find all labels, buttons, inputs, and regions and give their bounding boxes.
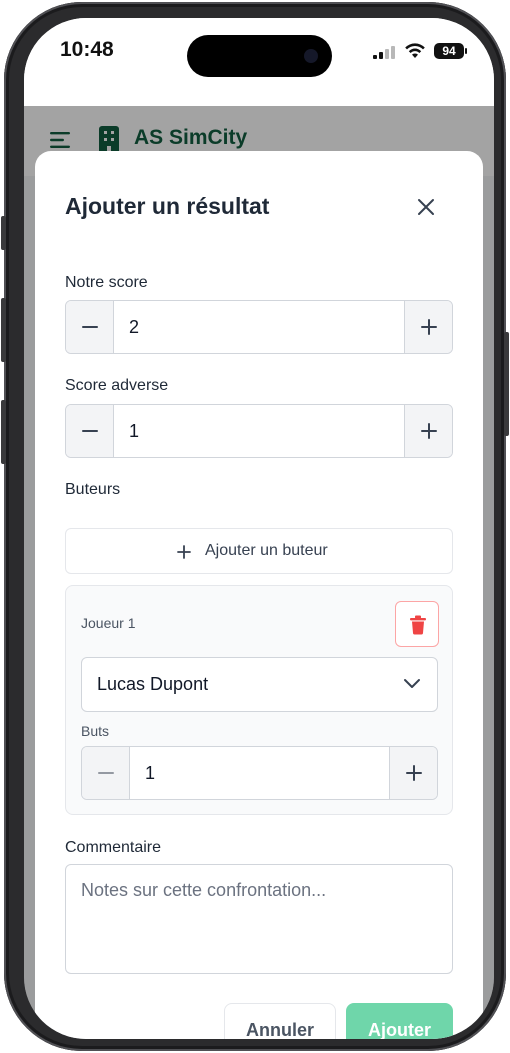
volume-down-button xyxy=(1,400,6,464)
scorers-label: Buteurs xyxy=(65,481,121,498)
cancel-button[interactable]: Annuler xyxy=(224,1003,336,1039)
goals-value[interactable]: 1 xyxy=(145,747,155,799)
comment-textarea[interactable] xyxy=(65,864,453,974)
minus-icon xyxy=(81,430,98,432)
our-score-value[interactable]: 2 xyxy=(129,301,139,353)
our-score-label: Notre score xyxy=(65,274,148,291)
our-score-decrement-button[interactable] xyxy=(66,301,114,353)
close-icon[interactable] xyxy=(411,192,441,222)
power-button xyxy=(504,332,509,436)
status-time: 10:48 xyxy=(60,38,114,61)
opponent-score-stepper: 1 xyxy=(65,404,453,458)
volume-up-button xyxy=(1,298,6,362)
phone-frame: 10:48 94 AS SimCity Ajouter un résultat … xyxy=(1,2,509,1051)
wifi-icon xyxy=(405,43,425,58)
goals-stepper: 1 xyxy=(81,746,438,800)
plus-icon xyxy=(405,765,422,781)
opponent-score-increment-button[interactable] xyxy=(404,405,452,457)
player-select-value: Lucas Dupont xyxy=(97,674,209,694)
scorer-card: Joueur 1 Lucas Dupont Buts 1 xyxy=(65,585,453,815)
dynamic-island xyxy=(187,35,332,77)
delete-scorer-button[interactable] xyxy=(395,601,439,647)
trash-icon xyxy=(410,615,426,635)
battery-tip xyxy=(465,48,467,54)
add-scorer-button[interactable]: Ajouter un buteur xyxy=(65,528,453,574)
add-result-modal: Ajouter un résultat Notre score 2 Score … xyxy=(35,151,483,1039)
opponent-score-decrement-button[interactable] xyxy=(66,405,114,457)
our-score-increment-button[interactable] xyxy=(404,301,452,353)
player-select[interactable]: Lucas Dupont xyxy=(81,657,438,712)
plus-icon xyxy=(420,423,437,439)
camera-dot xyxy=(304,49,318,63)
our-score-stepper: 2 xyxy=(65,300,453,354)
minus-icon xyxy=(81,326,98,328)
chevron-down-icon xyxy=(404,679,420,688)
battery-icon: 94 xyxy=(434,43,464,59)
goals-label: Buts xyxy=(81,723,110,739)
goals-increment-button[interactable] xyxy=(389,747,437,799)
plus-icon xyxy=(177,545,191,559)
plus-icon xyxy=(420,319,437,335)
opponent-score-label: Score adverse xyxy=(65,377,169,394)
modal-title: Ajouter un résultat xyxy=(65,193,270,219)
screen: 10:48 94 AS SimCity Ajouter un résultat … xyxy=(24,18,494,1039)
scorer-title: Joueur 1 xyxy=(81,615,136,631)
goals-decrement-button[interactable] xyxy=(82,747,130,799)
comment-label: Commentaire xyxy=(65,839,162,856)
opponent-score-value[interactable]: 1 xyxy=(129,405,139,457)
add-scorer-label: Ajouter un buteur xyxy=(205,542,328,559)
submit-button[interactable]: Ajouter xyxy=(346,1003,453,1039)
status-bar: 10:48 94 xyxy=(24,18,494,106)
signal-icon xyxy=(373,46,395,59)
action-button xyxy=(1,216,6,250)
minus-icon xyxy=(97,772,114,774)
